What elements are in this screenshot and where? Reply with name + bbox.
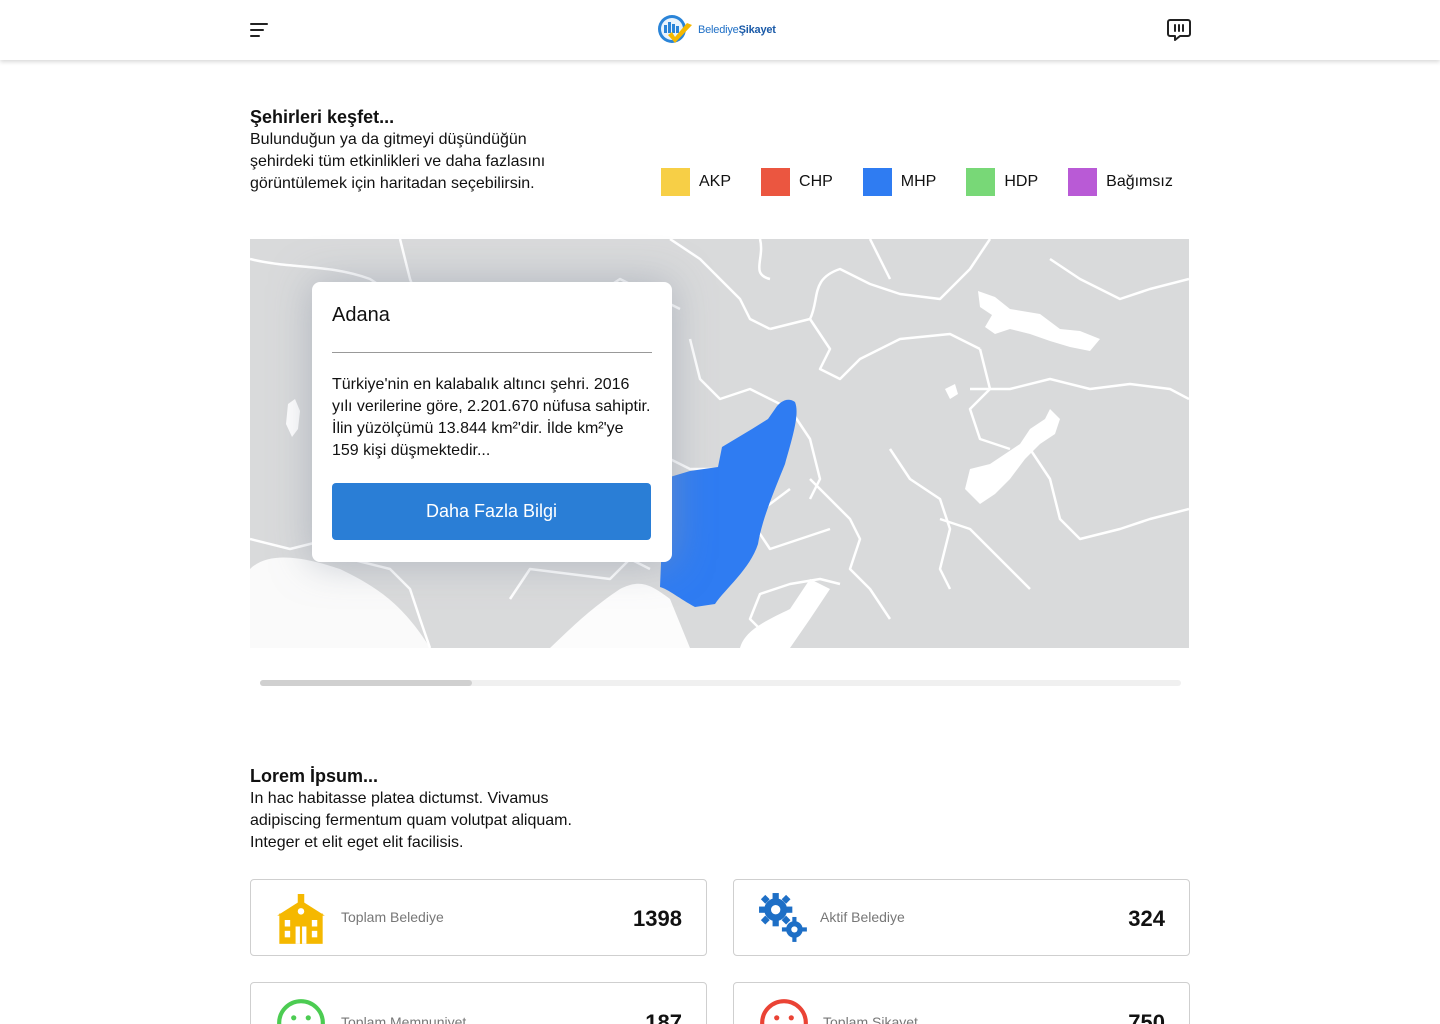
lake-shape [978, 291, 1100, 351]
legend-label: CHP [799, 173, 833, 190]
legend-item-bagimsiz: Bağımsız [1068, 168, 1173, 196]
city-name: Adana [332, 304, 390, 326]
stats-intro: Lorem İpsum... In hac habitasse platea d… [250, 765, 590, 854]
province-border [1049, 257, 1189, 301]
stat-label: Toplam Memnuniyet [341, 1014, 467, 1024]
explore-title: Şehirleri keşfet... [250, 107, 395, 127]
top-navigation-bar: BelediyeŞikayet [0, 0, 1440, 60]
map-scrollbar-thumb[interactable] [260, 680, 472, 686]
city-info-card: Adana Türkiye'nin en kalabalık altıncı ş… [312, 282, 672, 562]
stats-description: In hac habitasse platea dictumst. Vivamu… [250, 790, 572, 851]
legend-label: Bağımsız [1106, 173, 1173, 190]
stat-label: Toplam Belediye [341, 909, 444, 925]
province-border [970, 377, 1189, 401]
stat-card-active-municipality: Aktif Belediye 324 [733, 879, 1190, 956]
stats-title: Lorem İpsum... [250, 766, 379, 786]
legend-label: HDP [1004, 173, 1039, 190]
stat-value: 750 [1128, 1010, 1165, 1024]
stat-value: 1398 [633, 906, 682, 931]
brand-logo[interactable]: BelediyeŞikayet [656, 13, 776, 47]
lake-shape [965, 409, 1060, 504]
logo-text-prefix: Belediye [698, 24, 739, 36]
province-border [1028, 448, 1189, 541]
explore-description: Bulunduğun ya da gitmeyi düşündüğün şehi… [250, 131, 546, 192]
gears-icon [759, 893, 807, 942]
sea-area [550, 583, 690, 648]
province-border [968, 348, 1011, 451]
stat-card-total-municipality: Toplam Belediye 1398 [250, 879, 707, 956]
province-border [758, 239, 771, 281]
legend-item-hdp: HDP [966, 168, 1038, 196]
province-border [688, 338, 791, 411]
stat-label: Toplam Şikayet [823, 1014, 918, 1024]
legend-swatch [761, 168, 791, 196]
legend-label: MHP [900, 173, 937, 190]
logo-text-suffix: Şikayet [738, 24, 776, 36]
legend-swatch [661, 168, 690, 196]
legend-swatch [1068, 168, 1098, 196]
province-border [808, 239, 992, 320]
city-hall-icon [277, 894, 325, 944]
stat-value: 187 [645, 1010, 682, 1024]
legend-item-akp: AKP [661, 168, 731, 196]
stat-card-total-satisfaction: Toplam Memnuniyet 187 [250, 982, 707, 1024]
legend-item-mhp: MHP [862, 168, 937, 196]
province-border [939, 517, 1031, 590]
party-legend: AKP CHP MHP HDP Bağımsız [661, 168, 1173, 196]
lake-shape [945, 384, 958, 399]
explore-intro: Şehirleri keşfet... Bulunduğun ya da git… [250, 106, 590, 195]
feedback-chat-icon[interactable] [1166, 17, 1192, 43]
stat-label: Aktif Belediye [820, 909, 905, 925]
smile-face-icon [277, 999, 325, 1024]
legend-item-chp: CHP [761, 168, 833, 196]
province-border [769, 317, 981, 381]
province-border [669, 239, 771, 331]
lake-shape [286, 399, 300, 437]
logo-globe-check-icon [658, 15, 692, 43]
sea-area [250, 557, 430, 648]
hamburger-menu-icon[interactable] [248, 20, 270, 40]
legend-swatch [862, 168, 892, 196]
sad-face-icon [760, 999, 808, 1024]
legend-label: AKP [699, 173, 732, 190]
province-adana[interactable] [660, 399, 797, 607]
legend-swatch [966, 168, 996, 196]
card-divider [332, 352, 652, 353]
stat-value: 324 [1128, 906, 1165, 931]
more-info-button[interactable]: Daha Fazla Bilgi [332, 483, 651, 540]
province-border [868, 239, 892, 280]
city-description: Türkiye'nin en kalabalık altıncı şehri. … [332, 376, 651, 459]
stat-card-total-complaint: Toplam Şikayet 750 [733, 982, 1190, 1024]
